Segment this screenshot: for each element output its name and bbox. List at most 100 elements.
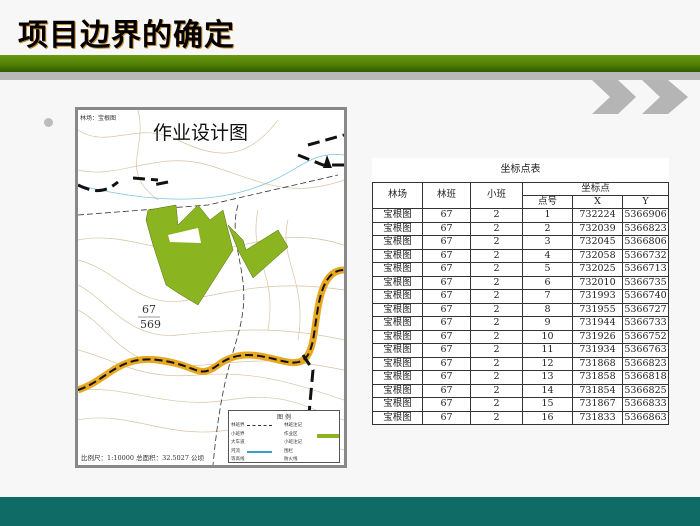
footer-bar: [0, 497, 700, 526]
table-row: 宝根图 67 2 6 732010 5366735: [372, 275, 669, 290]
table-row: 宝根图 67 2 7 731993 5366740: [372, 289, 669, 304]
table-row: 宝根图 67 2 14 731854 5366825: [372, 383, 669, 398]
header-compartment: 林班: [422, 181, 471, 209]
legend-item: 林班注记: [284, 423, 302, 428]
bullet-icon: [44, 118, 53, 127]
cell-subcompartment: 2: [470, 397, 523, 412]
cell-x: 732045: [572, 235, 623, 250]
cell-y: 5366735: [622, 275, 669, 290]
cell-subcompartment: 2: [470, 208, 523, 223]
cell-x: 731934: [572, 343, 623, 358]
legend-item: 等高线: [231, 457, 245, 462]
cell-point: 11: [522, 343, 573, 358]
cell-compartment: 67: [422, 221, 471, 236]
table-row: 宝根图 67 2 4 732058 5366732: [372, 248, 669, 263]
work-design-map: N 67 569 林场：宝根图 作业设计图 比例尺：1:10000 总面积：32…: [75, 107, 347, 468]
cell-farm: 宝根图: [372, 289, 423, 304]
cell-farm: 宝根图: [372, 316, 423, 331]
table-row: 宝根图 67 2 16 731833 5366863: [372, 410, 669, 425]
table-row: 宝根图 67 2 1 732224 5366906: [372, 208, 669, 223]
cell-point: 14: [522, 383, 573, 398]
cell-x: 732039: [572, 221, 623, 236]
cell-subcompartment: 2: [470, 356, 523, 371]
cell-point: 8: [522, 302, 573, 317]
cell-y: 5366833: [622, 397, 669, 412]
header-farm: 林场: [372, 181, 423, 209]
table-row: 宝根图 67 2 2 732039 5366823: [372, 221, 669, 236]
cell-compartment: 67: [422, 302, 471, 317]
header-point: 点号: [522, 194, 573, 209]
legend-item: 林班界: [231, 423, 245, 428]
header-subcompartment: 小班: [470, 181, 523, 209]
map-legend: 图 例 林班界 小班界 大车道 河流 等高线 林班注记 作业区 小班注记 围栏 …: [228, 410, 340, 463]
cell-y: 5366863: [622, 410, 669, 425]
cell-y: 5366740: [622, 289, 669, 304]
cell-compartment: 67: [422, 397, 471, 412]
cell-subcompartment: 2: [470, 316, 523, 331]
cell-subcompartment: 2: [470, 235, 523, 250]
cell-compartment: 67: [422, 383, 471, 398]
cell-farm: 宝根图: [372, 275, 423, 290]
cell-farm: 宝根图: [372, 235, 423, 250]
cell-compartment: 67: [422, 370, 471, 385]
cell-point: 5: [522, 262, 573, 277]
cell-y: 5366825: [622, 383, 669, 398]
compartment-number: 67: [142, 303, 156, 316]
forest-farm-label: 林场：宝根图: [80, 115, 117, 122]
cell-y: 5366727: [622, 302, 669, 317]
cell-point: 1: [522, 208, 573, 223]
cell-compartment: 67: [422, 235, 471, 250]
coordinate-table: 坐标点表 林场 林班 小班 坐标点 点号 X Y 宝根图 67 2 1 732224 53…: [372, 158, 669, 425]
chevron-decoration-icon: [592, 80, 688, 114]
cell-subcompartment: 2: [470, 329, 523, 344]
cell-farm: 宝根图: [372, 410, 423, 425]
cell-farm: 宝根图: [372, 302, 423, 317]
cell-subcompartment: 2: [470, 248, 523, 263]
cell-x: 731926: [572, 329, 623, 344]
table-row: 宝根图 67 2 15 731867 5366833: [372, 397, 669, 412]
cell-x: 731854: [572, 383, 623, 398]
header-y: Y: [622, 194, 669, 209]
cell-compartment: 67: [422, 410, 471, 425]
cell-compartment: 67: [422, 329, 471, 344]
table-row: 宝根图 67 2 10 731926 5366752: [372, 329, 669, 344]
cell-point: 3: [522, 235, 573, 250]
legend-item: 防火线: [284, 457, 298, 462]
header-green-bar: [0, 55, 700, 72]
cell-compartment: 67: [422, 262, 471, 277]
cell-point: 10: [522, 329, 573, 344]
cell-point: 6: [522, 275, 573, 290]
cell-y: 5366733: [622, 316, 669, 331]
slide-title: 项目边界的确定: [18, 18, 235, 53]
cell-compartment: 67: [422, 248, 471, 263]
cell-subcompartment: 2: [470, 302, 523, 317]
header-coord-group: 坐标点: [522, 181, 669, 196]
header-grey-bar: [0, 72, 700, 80]
cell-compartment: 67: [422, 356, 471, 371]
cell-y: 5366713: [622, 262, 669, 277]
cell-subcompartment: 2: [470, 370, 523, 385]
table-row: 宝根图 67 2 13 731858 5366818: [372, 370, 669, 385]
cell-x: 731833: [572, 410, 623, 425]
cell-y: 5366806: [622, 235, 669, 250]
cell-point: 9: [522, 316, 573, 331]
cell-subcompartment: 2: [470, 221, 523, 236]
cell-point: 4: [522, 248, 573, 263]
header-x: X: [572, 194, 623, 209]
cell-x: 732058: [572, 248, 623, 263]
cell-y: 5366823: [622, 221, 669, 236]
cell-y: 5366823: [622, 356, 669, 371]
cell-x: 732010: [572, 275, 623, 290]
cell-farm: 宝根图: [372, 343, 423, 358]
cell-subcompartment: 2: [470, 410, 523, 425]
cell-point: 16: [522, 410, 573, 425]
cell-compartment: 67: [422, 275, 471, 290]
cell-x: 731955: [572, 302, 623, 317]
cell-x: 731858: [572, 370, 623, 385]
cell-x: 732025: [572, 262, 623, 277]
cell-farm: 宝根图: [372, 208, 423, 223]
cell-x: 731993: [572, 289, 623, 304]
cell-x: 732224: [572, 208, 623, 223]
cell-point: 12: [522, 356, 573, 371]
cell-farm: 宝根图: [372, 221, 423, 236]
